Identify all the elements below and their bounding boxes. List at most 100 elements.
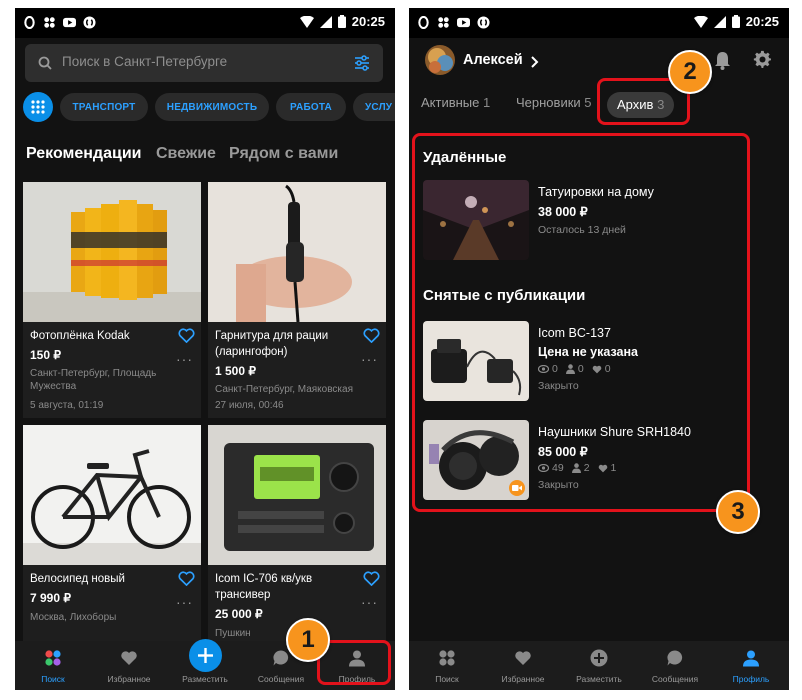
shazam-icon (83, 16, 96, 29)
all-categories-button[interactable] (23, 92, 53, 122)
nav-messages-label: Сообщения (257, 674, 305, 684)
listing-date: 5 августа, 01:19 (30, 400, 104, 411)
post-ad-button[interactable] (189, 639, 222, 672)
tab-drafts[interactable]: Черновики 5 (516, 95, 592, 110)
listing-location: Москва, Лихоборы (30, 612, 117, 623)
listing-photo-headset (208, 182, 386, 322)
signal-icon (713, 15, 726, 28)
tab-active-count: 1 (483, 95, 491, 110)
nav-post[interactable]: Разместить (561, 641, 637, 690)
nav-search-label: Поиск (41, 674, 65, 684)
profile-name: Алексей (463, 52, 523, 68)
search-input[interactable] (62, 54, 342, 69)
gear-icon[interactable] (753, 50, 772, 69)
shazam-icon (477, 16, 490, 29)
favorite-heart-icon[interactable] (363, 328, 380, 343)
battery-icon (337, 15, 346, 28)
grid-icon (31, 100, 45, 114)
listing-price: 25 000 ₽ (215, 607, 263, 621)
chip-services[interactable]: УСЛУ (353, 93, 395, 121)
tab-recommendations[interactable]: Рекомендации (26, 145, 142, 163)
listing-price: 1 500 ₽ (215, 364, 256, 378)
more-options-icon[interactable]: ··· (361, 595, 378, 609)
nav-post-label: Разместить (182, 674, 228, 684)
status-time: 20:25 (745, 14, 779, 29)
listing-title: Фотоплёнка Kodak (30, 330, 130, 342)
search-icon (38, 56, 52, 70)
nav-favorites-label: Избранное (107, 674, 151, 684)
chevron-right-icon (531, 56, 539, 68)
tab-active-label: Активные (421, 95, 480, 110)
status-time: 20:25 (351, 14, 385, 29)
listing-photo-bicycle (23, 425, 201, 565)
nav-profile[interactable]: Профиль (713, 641, 789, 690)
tab-nearby[interactable]: Рядом с вами (229, 145, 338, 163)
listing-title: Велосипед новый (30, 573, 125, 585)
tab-drafts-label: Черновики (516, 95, 581, 110)
chip-transport[interactable]: ТРАНСПОРТ (60, 93, 148, 121)
nav-post-label: Разместить (576, 674, 622, 684)
wifi-icon (693, 15, 708, 28)
opera-icon (418, 16, 429, 29)
favorite-heart-icon[interactable] (178, 328, 195, 343)
listing-title: Гарнитура для рации (ларингофон) (215, 330, 329, 358)
category-chips: ТРАНСПОРТ НЕДВИЖИМОСТЬ РАБОТА УСЛУ (23, 92, 395, 124)
step-badge-2: 2 (668, 50, 712, 94)
search-dots-icon (45, 650, 61, 666)
tab-drafts-count: 5 (584, 95, 592, 110)
tab-active[interactable]: Активные 1 (421, 95, 490, 110)
more-options-icon[interactable]: ··· (361, 352, 378, 366)
listing-title: Icom IC-706 кв/укв трансивер (215, 573, 313, 601)
listing-date: 27 июля, 00:46 (215, 400, 284, 411)
bell-icon[interactable] (714, 51, 731, 70)
nav-favorites[interactable]: Избранное (485, 641, 561, 690)
person-icon (743, 650, 759, 667)
nav-messages[interactable]: Сообщения (637, 641, 713, 690)
phone-screen-search: 20:25 ТРАНСПОРТ НЕДВИЖИМОСТЬ РАБОТА УСЛУ… (15, 8, 395, 690)
heart-icon (121, 651, 137, 665)
chip-work[interactable]: РАБОТА (276, 93, 346, 121)
listing-location: Санкт-Петербург, Площадь Мужества (30, 368, 157, 392)
nav-profile-label: Профиль (732, 674, 770, 684)
more-options-icon[interactable]: ··· (176, 352, 193, 366)
more-options-icon[interactable]: ··· (176, 595, 193, 609)
chat-icon (667, 650, 683, 666)
favorite-heart-icon[interactable] (363, 571, 380, 586)
favorite-heart-icon[interactable] (178, 571, 195, 586)
battery-icon (731, 15, 740, 28)
nav-messages-label: Сообщения (651, 674, 699, 684)
heart-icon (515, 651, 531, 665)
listing-photo-kodak (23, 182, 201, 322)
filter-icon[interactable] (354, 55, 370, 71)
bottom-navigation: Поиск Избранное Разместить Сообщения Про… (409, 641, 789, 690)
nav-favorites-label: Избранное (501, 674, 545, 684)
nav-search[interactable]: Поиск (15, 641, 91, 690)
listing-price: 150 ₽ (30, 348, 61, 362)
highlight-archive-list (412, 133, 750, 512)
opera-icon (24, 16, 35, 29)
listing-card[interactable]: Гарнитура для рации (ларингофон) ··· 1 5… (208, 182, 386, 418)
status-bar: 20:25 (15, 8, 395, 38)
listing-location: Санкт-Петербург, Маяковская (215, 384, 354, 395)
nav-search-label: Поиск (435, 674, 459, 684)
status-bar: 20:25 (409, 8, 789, 38)
dots-app-icon (44, 17, 55, 28)
plus-icon (198, 648, 213, 663)
listing-card[interactable]: Фотоплёнка Kodak 150 ₽ ··· Санкт-Петербу… (23, 182, 201, 418)
chip-real-estate[interactable]: НЕДВИЖИМОСТЬ (155, 93, 269, 121)
nav-favorites[interactable]: Избранное (91, 641, 167, 690)
dots-app-icon (438, 17, 449, 28)
listing-card[interactable]: Велосипед новый 7 990 ₽ ··· Москва, Лихо… (23, 425, 201, 641)
listing-card[interactable]: Icom IC-706 кв/укв трансивер ··· 25 000 … (208, 425, 386, 641)
search-bar[interactable] (25, 44, 383, 82)
tab-fresh[interactable]: Свежие (156, 145, 216, 163)
listing-price: 7 990 ₽ (30, 591, 71, 605)
youtube-icon (63, 17, 76, 28)
step-badge-1: 1 (286, 618, 330, 662)
youtube-icon (457, 17, 470, 28)
plus-icon (590, 649, 608, 667)
nav-search[interactable]: Поиск (409, 641, 485, 690)
listing-photo-transceiver (208, 425, 386, 565)
signal-icon (319, 15, 332, 28)
avatar (425, 45, 455, 75)
